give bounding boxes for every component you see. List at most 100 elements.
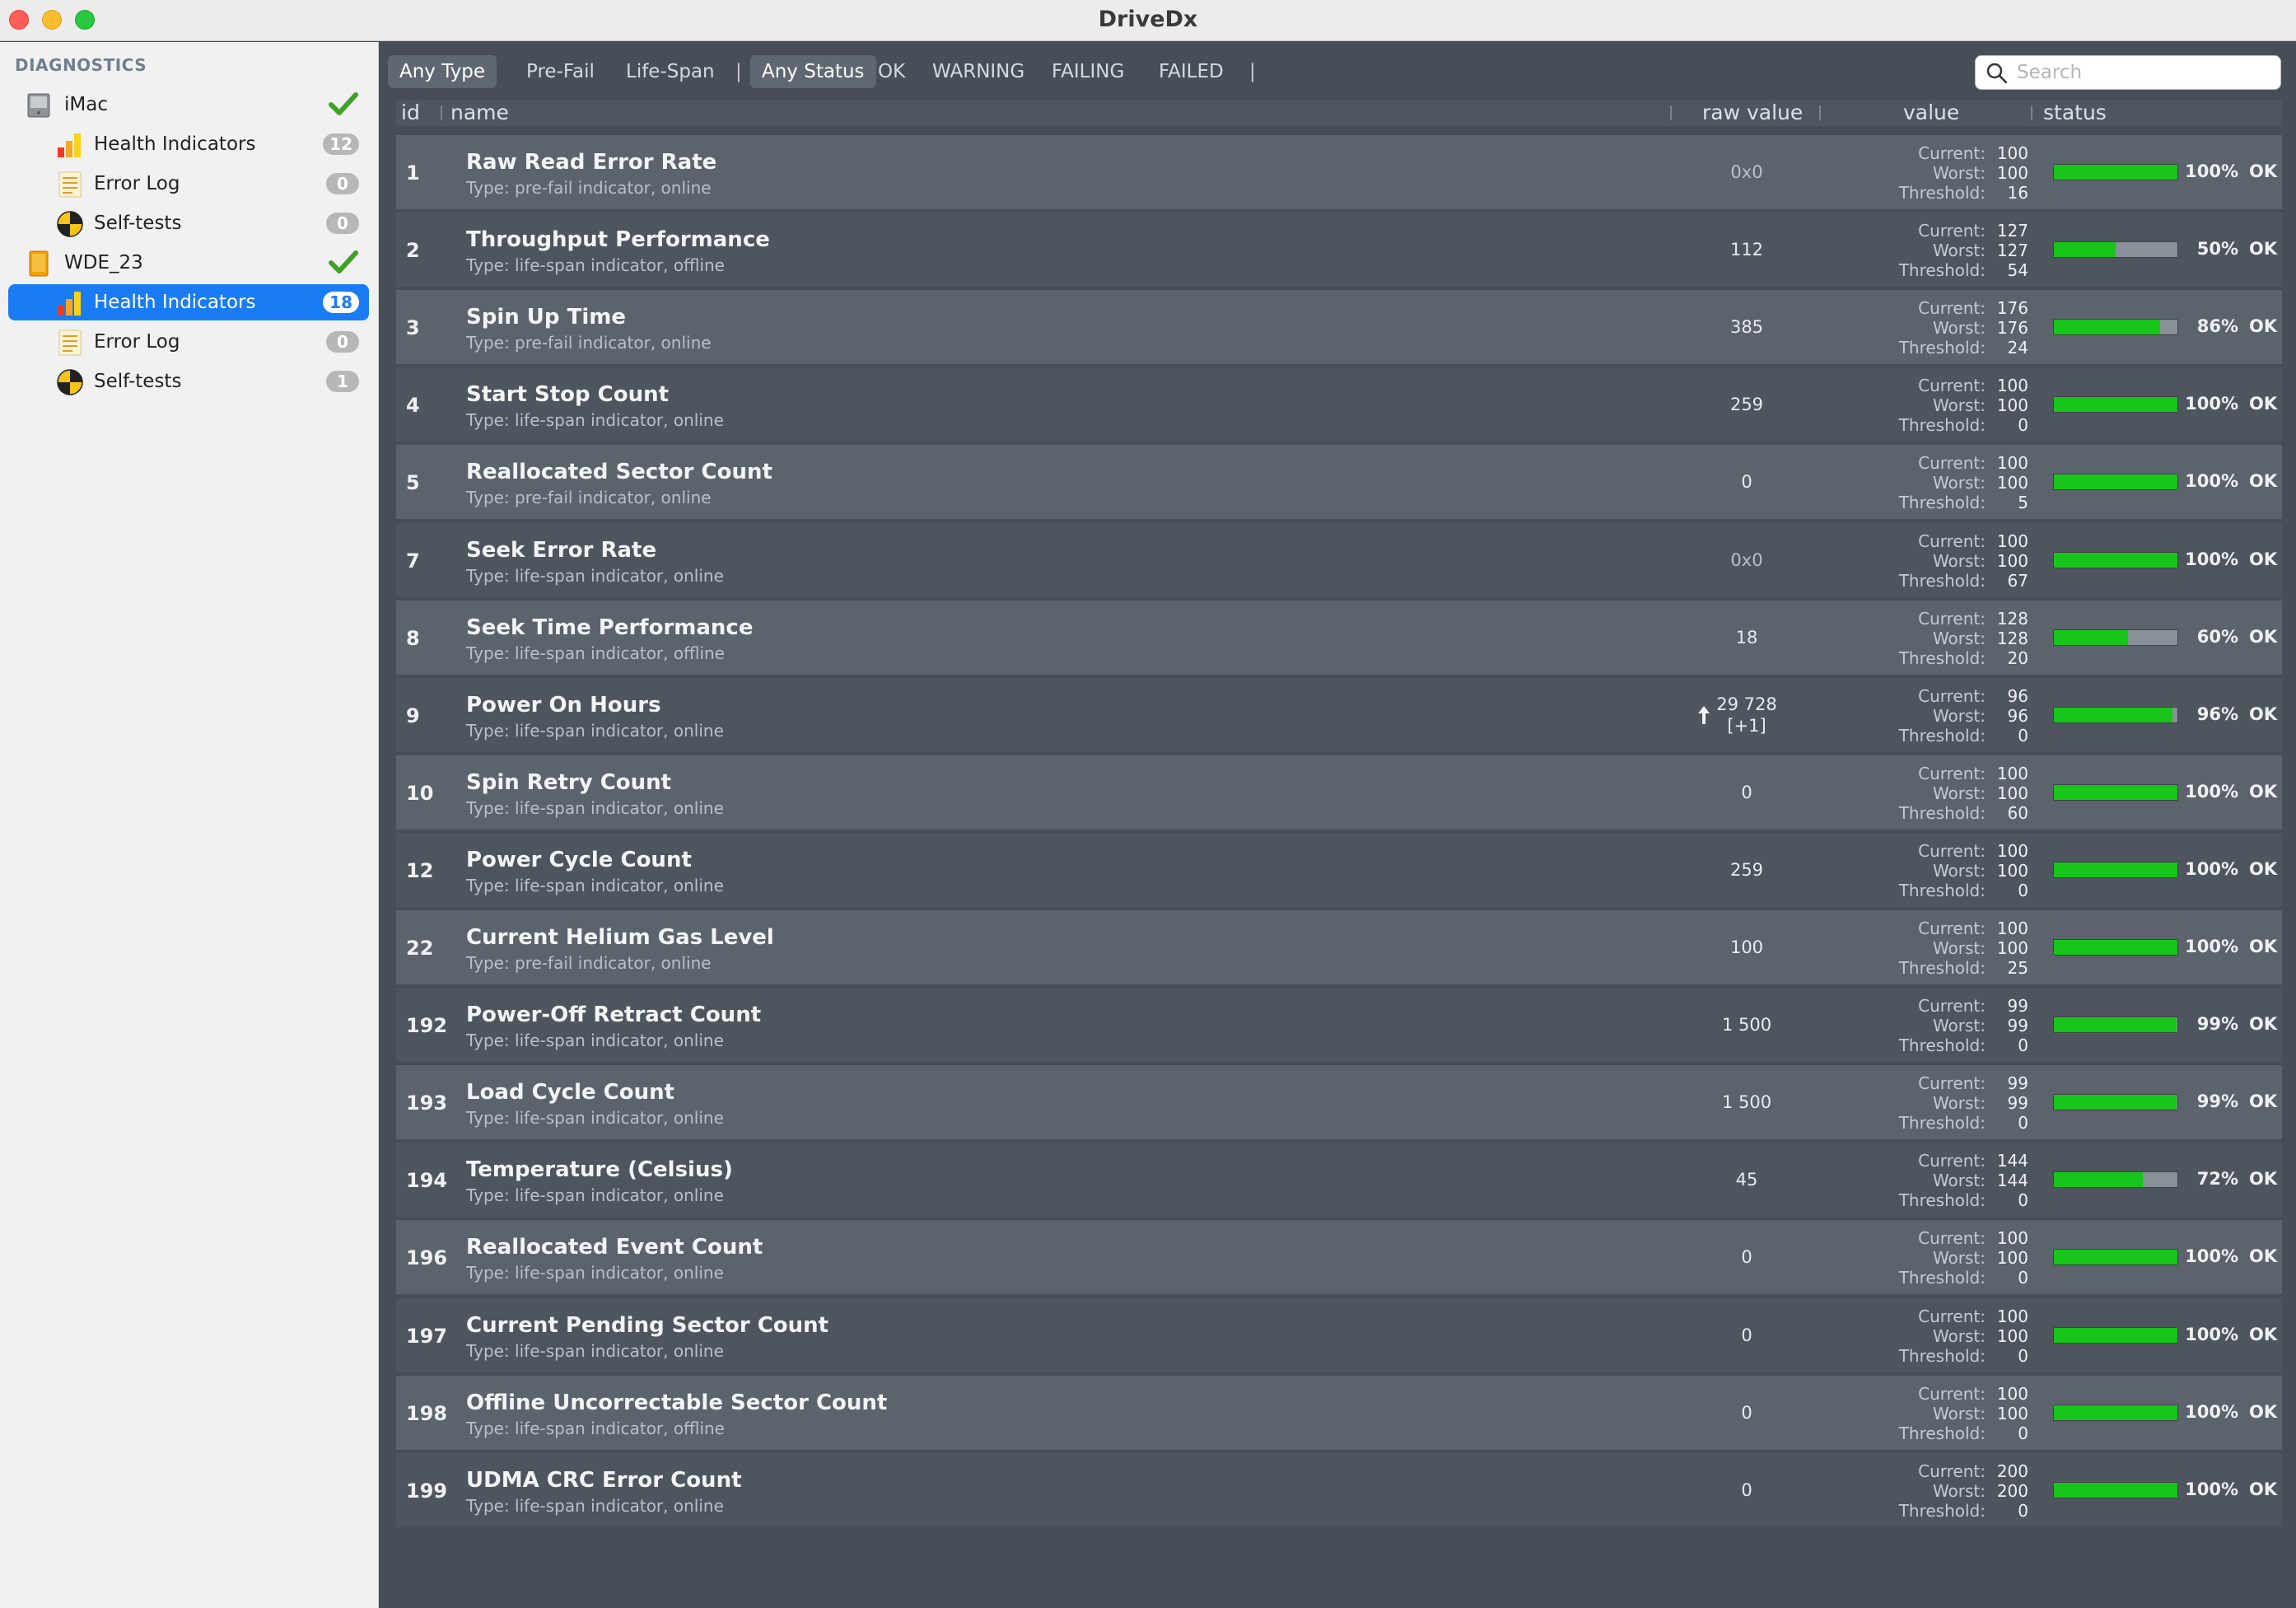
table-row[interactable]: 10 Spin Retry Count Type: life-span indica… [396,755,2282,830]
threshold-value: 25 [2007,958,2028,978]
table-row[interactable]: 192 Power-Off Retract Count Type: life-spa… [396,988,2282,1063]
table-row[interactable]: 9 Power On Hours Type: life-span indicator… [396,677,2282,752]
worst-label: Worst: [1932,1093,1986,1114]
attribute-name: Load Cycle Count [466,1080,675,1106]
table-row[interactable]: 8 Seek Time Performance Type: life-span in… [396,600,2282,675]
threshold-value: 0 [2018,1423,2028,1443]
col-divider[interactable]: | [1668,100,1673,126]
filter-warning[interactable]: WARNING [921,55,1036,88]
current-label: Current: [1918,453,1986,474]
filter-pre-fail[interactable]: Pre-Fail [515,55,606,88]
worst-value: 100 [1996,550,2028,571]
attribute-type: Type: pre-fail indicator, online [466,333,712,353]
sidebar-header: DIAGNOSTICS [15,55,147,75]
attribute-name: Power-Off Retract Count [466,1003,762,1028]
col-header-value[interactable]: value [1903,100,1959,126]
worst-label: Worst: [1932,318,1986,339]
filter-failing[interactable]: FAILING [1040,55,1136,88]
raw-value-text: 0 [1741,1325,1752,1345]
raw-value: 18 [1681,601,1813,675]
table-row[interactable]: 4 Start Stop Count Type: life-span indicat… [396,367,2282,442]
table-row[interactable]: 1 Raw Read Error Rate Type: pre-fail indic… [396,135,2282,209]
threshold-label: Threshold: [1898,570,1986,591]
health-progress-fill [2054,397,2177,413]
health-bars-icon [58,292,81,316]
current-label: Current: [1918,919,1986,938]
table-row[interactable]: 5 Reallocated Sector Count Type: pre-fail … [396,445,2282,520]
attribute-id: 196 [406,1246,448,1270]
worst-label: Worst: [1932,783,1986,803]
attribute-name: Spin Retry Count [466,769,672,795]
sidebar-item-imac-error-log[interactable]: Error Log 0 [8,166,369,202]
attribute-type: Type: pre-fail indicator, online [466,178,712,198]
current-label: Current: [1918,1073,1986,1094]
col-header-raw-value[interactable]: raw value [1702,100,1803,126]
sidebar-item-imac-health-indicators[interactable]: Health Indicators 12 [8,126,369,162]
sidebar: DIAGNOSTICS iMac Health Indicators 12 Er… [0,42,379,1608]
worst-label: Worst: [1932,705,1986,726]
worst-value: 128 [1996,628,2028,648]
log-icon [58,330,82,356]
worst-label: Worst: [1932,1248,1986,1269]
worst-value: 96 [2007,705,2028,726]
log-icon [58,171,82,198]
attribute-name: Power Cycle Count [466,847,692,872]
current-label: Current: [1918,298,1986,319]
table-row[interactable]: 197 Current Pending Sector Count Type: lif… [396,1297,2282,1372]
table-row[interactable]: 2 Throughput Performance Type: life-span i… [396,213,2282,287]
sidebar-item-imac-self-tests[interactable]: Self-tests 0 [8,205,369,241]
health-percent: 72% [2196,1169,2238,1190]
health-progress-fill [2054,1482,2177,1498]
threshold-value: 24 [2007,338,2028,358]
col-divider[interactable]: | [1818,100,1822,126]
check-icon [329,92,358,115]
filter-life-span[interactable]: Life-Span [614,55,726,88]
threshold-label: Threshold: [1898,880,1986,900]
table-row[interactable]: 3 Spin Up Time Type: pre-fail indicator, o… [396,290,2282,365]
current-value: 100 [1996,1383,2028,1404]
raw-value-delta: [+1] [1727,715,1766,736]
table-row[interactable]: 7 Seek Error Rate Type: life-span indicato… [396,522,2282,597]
filter-any-status[interactable]: Any Status [750,55,876,88]
current-label: Current: [1918,840,1986,861]
raw-value-text: 259 [1729,395,1764,415]
sidebar-item-wde23-health-indicators[interactable]: Health Indicators 18 [8,284,369,320]
table-row[interactable]: 22 Current Helium Gas Level Type: pre-fail… [396,910,2282,984]
col-header-name[interactable]: name [450,100,509,126]
col-divider[interactable]: | [439,100,444,126]
health-progress-bar [2053,1249,2178,1266]
search-field[interactable] [1975,55,2281,90]
table-row[interactable]: 198 Offline Uncorrectable Sector Count Typ… [396,1375,2282,1450]
raw-value-text: 112 [1729,240,1764,260]
current-value: 100 [1996,763,2028,783]
search-input[interactable] [2017,59,2264,86]
table-row[interactable]: 193 Load Cycle Count Type: life-span indic… [396,1065,2282,1140]
status-label: OK [2249,1246,2278,1267]
filter-any-type[interactable]: Any Type [388,55,497,88]
status-label: OK [2249,1401,2278,1422]
col-header-status[interactable]: status [2043,100,2107,126]
sidebar-item-label: Self-tests [94,371,182,392]
health-progress-fill [2054,242,2116,258]
table-row[interactable]: 196 Reallocated Event Count Type: life-spa… [396,1220,2282,1295]
sidebar-device-wde23[interactable]: WDE_23 [8,245,369,281]
raw-value: 0 [1681,445,1813,519]
table-row[interactable]: 199 UDMA CRC Error Count Type: life-span i… [396,1452,2282,1527]
threshold-label: Threshold: [1898,338,1986,358]
health-progress-fill [2054,1327,2177,1343]
attribute-name: Start Stop Count [466,382,670,408]
sidebar-item-wde23-self-tests[interactable]: Self-tests 1 [8,363,369,400]
worst-label: Worst: [1932,938,1986,958]
filter-ok[interactable]: OK [866,55,917,88]
col-header-id[interactable]: id [401,100,420,126]
filter-failed[interactable]: FAILED [1147,55,1235,88]
search-icon [1986,63,2008,84]
col-divider[interactable]: | [2029,100,2034,126]
sidebar-device-imac[interactable]: iMac [8,86,369,123]
table-header: id | name | raw value | value | status [396,100,2282,126]
threshold-label: Threshold: [1898,1423,1986,1443]
table-row[interactable]: 12 Power Cycle Count Type: life-span indic… [396,832,2282,907]
raw-value-text: 0 [1741,782,1752,802]
table-row[interactable]: 194 Temperature (Celsius) Type: life-span … [396,1143,2282,1218]
sidebar-item-wde23-error-log[interactable]: Error Log 0 [8,324,369,360]
